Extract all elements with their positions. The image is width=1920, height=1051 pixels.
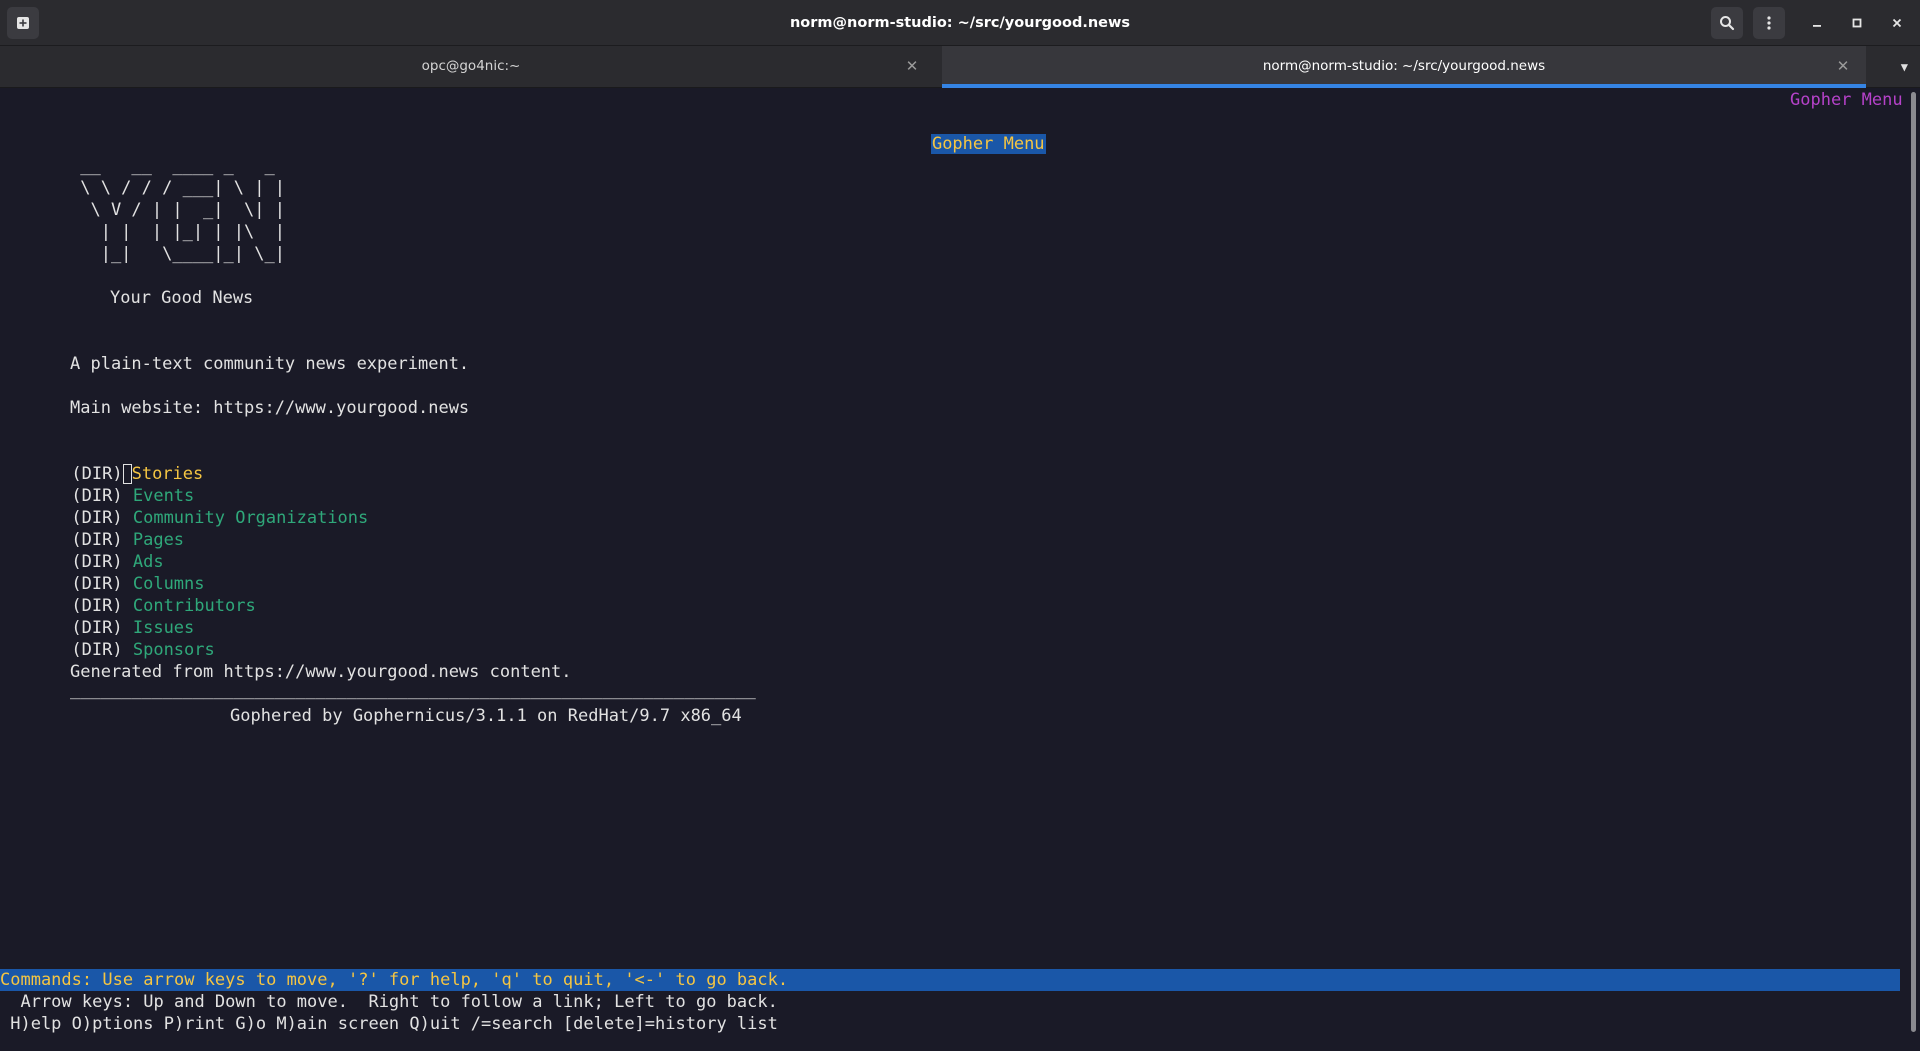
dir-prefix: (DIR)	[71, 640, 123, 660]
list-item[interactable]: (DIR) Events	[10, 463, 194, 506]
help-line-keys: H)elp O)ptions P)rint G)o M)ain screen Q…	[0, 1014, 778, 1034]
logo-line: \ V / | | _| \| |	[70, 200, 285, 220]
tab-label: norm@norm-studio: ~/src/yourgood.news	[1262, 58, 1546, 74]
list-item[interactable]: (DIR) Issues	[10, 595, 194, 638]
terminal-view[interactable]: Gopher Menu Gopher Menu __ __ ____ _ _ \…	[0, 88, 1906, 1051]
logo-line: |_| \____|_| \_|	[70, 244, 285, 264]
search-icon[interactable]	[1711, 7, 1743, 39]
menu-title: Gopher Menu	[930, 134, 1046, 154]
window-title: norm@norm-studio: ~/src/yourgood.news	[789, 15, 1131, 31]
list-item[interactable]: (DIR) Stories	[10, 441, 203, 484]
maximize-icon[interactable]	[1847, 13, 1867, 33]
tab-close-icon[interactable]: ✕	[1833, 46, 1853, 86]
corner-title: Gopher Menu	[1790, 90, 1903, 110]
list-item[interactable]: (DIR) Sponsors	[10, 617, 214, 660]
tab-close-icon[interactable]: ✕	[902, 46, 922, 86]
main-website: Main website: https://www.yourgood.news	[70, 398, 470, 418]
minimize-icon[interactable]	[1807, 13, 1827, 33]
tab-norm-studio[interactable]: norm@norm-studio: ~/src/yourgood.news ✕	[942, 46, 1866, 88]
logo-line: | | | |_| | |\ |	[70, 222, 285, 242]
list-item[interactable]: (DIR) Columns	[10, 551, 204, 594]
logo-line: \ \ / / / ___| \ | |	[70, 178, 285, 198]
terminal-scrollbar[interactable]	[1906, 88, 1920, 1051]
divider-rule: ________________________________________…	[70, 680, 756, 700]
list-item[interactable]: (DIR) Contributors	[10, 573, 255, 616]
server-footer: Gophered by Gophernicus/3.1.1 on RedHat/…	[230, 706, 742, 726]
dir-link-sponsors[interactable]: Sponsors	[133, 640, 215, 660]
kebab-menu-icon[interactable]	[1753, 7, 1785, 39]
command-status-bar: Commands: Use arrow keys to move, '?' fo…	[0, 969, 1900, 991]
list-item[interactable]: (DIR) Community Organizations	[10, 485, 368, 528]
close-icon[interactable]	[1887, 13, 1907, 33]
list-item[interactable]: (DIR) Pages	[10, 507, 184, 550]
chevron-down-icon[interactable]: ▼	[1901, 46, 1908, 88]
scrollbar-thumb[interactable]	[1911, 92, 1916, 1032]
tagline: Your Good News	[110, 288, 254, 308]
logo-line: __ __ ____ _ _	[70, 156, 275, 176]
help-line-arrows: Arrow keys: Up and Down to move. Right t…	[0, 992, 778, 1012]
tab-label: opc@go4nic:~	[421, 58, 521, 74]
tab-opc-go4nic[interactable]: opc@go4nic:~ ✕	[0, 46, 942, 88]
tab-bar: opc@go4nic:~ ✕ norm@norm-studio: ~/src/y…	[0, 46, 1920, 88]
description: A plain-text community news experiment.	[70, 354, 470, 374]
list-item[interactable]: (DIR) Ads	[10, 529, 163, 572]
title-bar: norm@norm-studio: ~/src/yourgood.news	[0, 0, 1920, 46]
